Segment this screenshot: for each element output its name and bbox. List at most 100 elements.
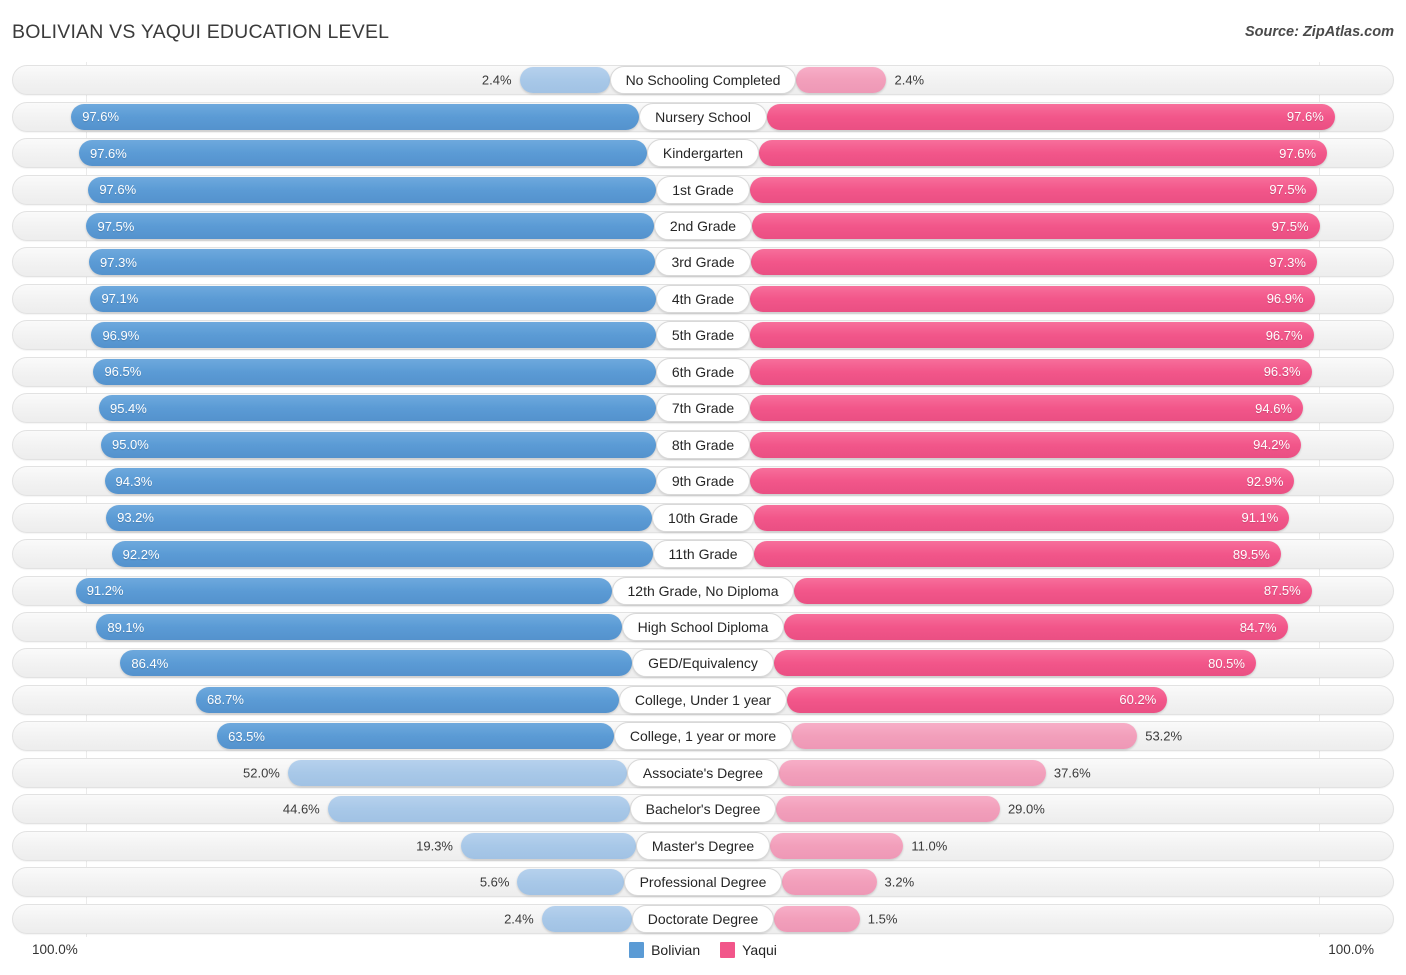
- bar-yaqui[interactable]: 97.6%: [766, 103, 1335, 130]
- bar-yaqui[interactable]: 97.5%: [749, 176, 1318, 203]
- source-attribution: Source: ZipAtlas.com: [1244, 24, 1394, 40]
- bar-bolivian[interactable]: 93.2%: [106, 504, 652, 531]
- bar-bolivian[interactable]: 86.4%: [120, 650, 633, 677]
- bar-bolivian[interactable]: 96.9%: [91, 322, 656, 349]
- bar-yaqui[interactable]: 92.9%: [750, 468, 1295, 495]
- bar-row: 97.6% 1st Grade 97.5%: [12, 171, 1394, 207]
- category-label[interactable]: 10th Grade: [651, 503, 755, 532]
- bar-pair: 96.9% 5th Grade 96.7%: [12, 320, 1394, 350]
- bar-value-yaqui: 89.5%: [1232, 546, 1270, 562]
- bar-yaqui[interactable]: 11.0%: [770, 832, 947, 859]
- bar-row: 96.9% 5th Grade 96.7%: [12, 317, 1394, 353]
- bar-half-right: 96.3%: [750, 358, 1394, 385]
- bar-row: 5.6% Professional Degree 3.2%: [12, 864, 1394, 900]
- category-label[interactable]: 6th Grade: [655, 357, 751, 386]
- bar-pair: 97.6% Kindergarten 97.6%: [12, 138, 1394, 168]
- bar-bolivian[interactable]: 68.7%: [196, 686, 619, 713]
- category-label[interactable]: No Schooling Completed: [609, 66, 797, 95]
- category-label[interactable]: Associate's Degree: [626, 758, 780, 787]
- bar-yaqui[interactable]: 97.6%: [759, 140, 1328, 167]
- bar-value-yaqui: 37.6%: [1053, 765, 1091, 781]
- bar-bolivian[interactable]: 44.6%: [283, 796, 630, 823]
- bar-half-left: 44.6%: [12, 796, 630, 823]
- bar-bolivian[interactable]: 2.4%: [504, 905, 632, 932]
- bar-pair: 97.3% 3rd Grade 97.3%: [12, 247, 1394, 277]
- bar-yaqui[interactable]: 97.3%: [750, 249, 1317, 276]
- bar-value-yaqui: 3.2%: [884, 874, 915, 890]
- bar-bolivian[interactable]: 52.0%: [243, 759, 627, 786]
- bar-half-left: 94.3%: [12, 468, 656, 495]
- bar-bolivian[interactable]: 97.5%: [86, 213, 654, 240]
- bar-bolivian[interactable]: 63.5%: [217, 723, 614, 750]
- bar-yaqui[interactable]: 94.6%: [750, 395, 1304, 422]
- category-label[interactable]: 8th Grade: [655, 430, 751, 459]
- category-label[interactable]: 9th Grade: [655, 467, 751, 496]
- bar-value-bolivian: 97.5%: [97, 218, 135, 234]
- bar-half-left: 97.6%: [12, 140, 647, 167]
- legend-item[interactable]: Bolivian: [629, 942, 700, 958]
- bar-yaqui[interactable]: 60.2%: [787, 686, 1168, 713]
- category-label[interactable]: GED/Equivalency: [632, 649, 774, 678]
- bar-yaqui[interactable]: 53.2%: [792, 723, 1182, 750]
- bar-yaqui[interactable]: 94.2%: [750, 431, 1302, 458]
- bar-bolivian[interactable]: 19.3%: [416, 832, 636, 859]
- bar-yaqui[interactable]: 80.5%: [773, 650, 1256, 677]
- category-label[interactable]: 12th Grade, No Diploma: [611, 576, 795, 605]
- bar-yaqui[interactable]: 37.6%: [779, 759, 1091, 786]
- bar-bolivian[interactable]: 2.4%: [482, 67, 610, 94]
- bar-yaqui[interactable]: 1.5%: [774, 905, 897, 932]
- bar-bolivian[interactable]: 95.4%: [98, 395, 656, 422]
- bar-value-bolivian: 96.9%: [102, 327, 140, 343]
- bar-bolivian[interactable]: 94.3%: [104, 468, 656, 495]
- bar-bolivian[interactable]: 97.1%: [90, 285, 656, 312]
- category-label[interactable]: Professional Degree: [623, 868, 783, 897]
- category-label[interactable]: College, Under 1 year: [618, 685, 788, 714]
- category-label[interactable]: Doctorate Degree: [631, 904, 775, 933]
- bar-half-right: 2.4%: [796, 67, 1394, 94]
- bar-pair: 68.7% College, Under 1 year 60.2%: [12, 685, 1394, 715]
- bar-yaqui[interactable]: 3.2%: [782, 869, 914, 896]
- category-label[interactable]: Bachelor's Degree: [629, 795, 777, 824]
- category-label[interactable]: 11th Grade: [652, 540, 754, 569]
- bar-yaqui[interactable]: 29.0%: [776, 796, 1045, 823]
- bar-yaqui[interactable]: 96.9%: [750, 285, 1315, 312]
- bar-yaqui[interactable]: 97.5%: [752, 213, 1320, 240]
- bar-half-left: 97.6%: [12, 103, 640, 130]
- bar-yaqui[interactable]: 2.4%: [796, 67, 924, 94]
- bar-half-left: 68.7%: [12, 686, 619, 713]
- category-label[interactable]: 1st Grade: [656, 175, 750, 204]
- bar-row: 63.5% College, 1 year or more 53.2%: [12, 718, 1394, 754]
- bar-bolivian[interactable]: 96.5%: [93, 358, 656, 385]
- category-label[interactable]: 7th Grade: [655, 394, 751, 423]
- category-label[interactable]: 4th Grade: [655, 284, 751, 313]
- bar-bolivian[interactable]: 97.6%: [88, 176, 657, 203]
- category-label[interactable]: Nursery School: [639, 102, 767, 131]
- category-label[interactable]: 5th Grade: [655, 321, 751, 350]
- bar-bolivian[interactable]: 91.2%: [75, 577, 612, 604]
- bar-bolivian[interactable]: 89.1%: [96, 614, 622, 641]
- legend-label: Bolivian: [651, 942, 701, 958]
- bar-bolivian[interactable]: 95.0%: [100, 431, 656, 458]
- bar-yaqui[interactable]: 96.3%: [750, 358, 1312, 385]
- category-label[interactable]: College, 1 year or more: [613, 722, 793, 751]
- bar-yaqui[interactable]: 89.5%: [753, 541, 1281, 568]
- category-label[interactable]: Kindergarten: [646, 139, 760, 168]
- bar-yaqui[interactable]: 87.5%: [794, 577, 1312, 604]
- bar-bolivian[interactable]: 92.2%: [111, 541, 653, 568]
- legend-item[interactable]: Yaqui: [720, 942, 777, 958]
- category-label[interactable]: 2nd Grade: [653, 212, 753, 241]
- bar-row: 91.2% 12th Grade, No Diploma 87.5%: [12, 572, 1394, 608]
- bar-half-right: 94.2%: [750, 431, 1394, 458]
- bar-half-right: 92.9%: [750, 468, 1394, 495]
- bar-bolivian[interactable]: 97.6%: [78, 140, 647, 167]
- bar-yaqui[interactable]: 84.7%: [784, 614, 1288, 641]
- bar-value-bolivian: 44.6%: [282, 801, 320, 817]
- bar-bolivian[interactable]: 97.6%: [71, 103, 640, 130]
- bar-yaqui[interactable]: 96.7%: [750, 322, 1314, 349]
- category-label[interactable]: High School Diploma: [621, 613, 785, 642]
- bar-bolivian[interactable]: 5.6%: [480, 869, 624, 896]
- category-label[interactable]: Master's Degree: [635, 831, 771, 860]
- bar-yaqui[interactable]: 91.1%: [754, 504, 1290, 531]
- category-label[interactable]: 3rd Grade: [655, 248, 751, 277]
- bar-bolivian[interactable]: 97.3%: [89, 249, 656, 276]
